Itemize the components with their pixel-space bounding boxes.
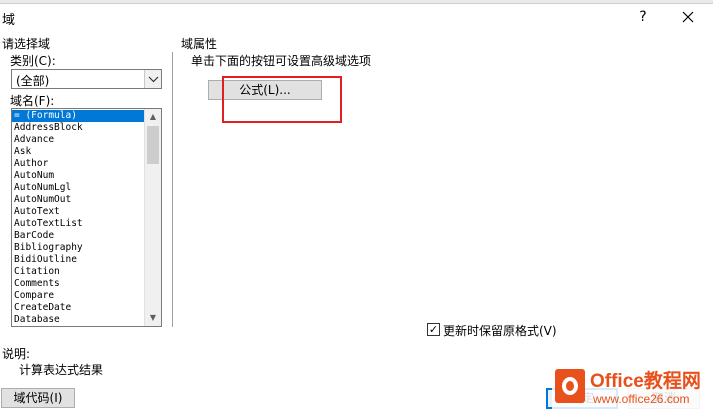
preserve-format-label: 更新时保留原格式(V)	[443, 324, 557, 338]
field-codes-button[interactable]: 域代码(I)	[1, 388, 75, 408]
field-list-items: = (Formula) AddressBlock Advance Ask Author A…	[12, 110, 145, 326]
field-list-item[interactable]: AddressBlock	[12, 122, 145, 134]
field-list-item[interactable]: Compare	[12, 290, 145, 302]
advanced-options-instruction: 单击下面的按钮可设置高级域选项	[191, 54, 372, 68]
choose-field-group-label: 请选择域	[2, 37, 51, 51]
description-label: 说明:	[2, 347, 31, 361]
field-list-item[interactable]: Author	[12, 158, 145, 170]
dropdown-arrow-button[interactable]	[144, 70, 161, 88]
field-list-item[interactable]: Ask	[12, 146, 145, 158]
field-name-label: 域名(F):	[10, 94, 55, 108]
watermark-brand: Office教程网	[590, 371, 701, 392]
office-logo-icon	[555, 369, 585, 403]
dialog-body: 请选择域 类别(C): (全部) 域名(F): = (Formula) Addre…	[0, 30, 713, 414]
field-list-item[interactable]: Bibliography	[12, 242, 145, 254]
field-list-item[interactable]: AutoNumLgl	[12, 182, 145, 194]
field-list-item[interactable]: Citation	[12, 266, 145, 278]
vertical-divider	[172, 52, 173, 327]
field-list-item[interactable]: Advance	[12, 134, 145, 146]
field-list-item[interactable]: AutoText	[12, 206, 145, 218]
watermark-url: www.office26.com	[593, 392, 690, 406]
help-button[interactable]: ?	[630, 6, 656, 28]
scroll-down-arrow-icon[interactable]: ▼	[145, 310, 161, 326]
window-title: 域	[2, 13, 16, 28]
field-list-item[interactable]: AutoTextList	[12, 218, 145, 230]
field-properties-label: 域属性	[181, 37, 218, 51]
field-list-item[interactable]: = (Formula)	[12, 110, 145, 122]
preserve-format-checkbox[interactable]: ✓	[427, 323, 440, 336]
field-list-item[interactable]: Comments	[12, 278, 145, 290]
field-name-list[interactable]: = (Formula) AddressBlock Advance Ask Author A…	[11, 108, 162, 327]
title-bar: 域 ?	[0, 4, 713, 30]
category-selected-value: (全部)	[16, 74, 50, 88]
field-list-item[interactable]: Database	[12, 314, 145, 326]
field-list-item[interactable]: AutoNumOut	[12, 194, 145, 206]
highlight-annotation-box	[222, 76, 342, 123]
category-label: 类别(C):	[10, 54, 56, 68]
close-button[interactable]	[672, 6, 704, 28]
watermark: Office教程网 www.office26.com	[552, 366, 713, 414]
field-list-item[interactable]: CreateDate	[12, 302, 145, 314]
category-dropdown[interactable]: (全部)	[11, 69, 162, 89]
field-list-item[interactable]: BarCode	[12, 230, 145, 242]
list-scrollbar[interactable]: ▲ ▼	[144, 109, 161, 326]
close-icon	[682, 11, 694, 23]
field-list-item[interactable]: AutoNum	[12, 170, 145, 182]
description-text: 计算表达式结果	[19, 363, 104, 377]
scrollbar-thumb[interactable]	[147, 126, 159, 164]
field-list-item[interactable]: BidiOutline	[12, 254, 145, 266]
chevron-down-icon	[148, 76, 159, 83]
scroll-up-arrow-icon[interactable]: ▲	[145, 109, 161, 125]
